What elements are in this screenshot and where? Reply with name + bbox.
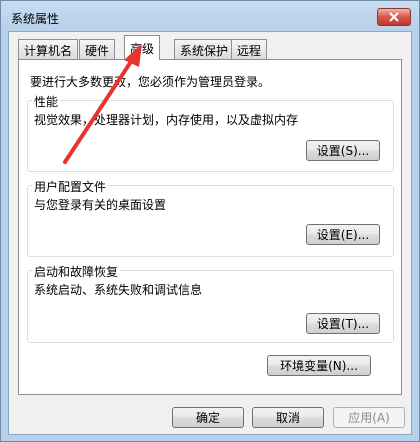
startup-recovery-group: 启动和故障恢复 系统启动、系统失败和调试信息 设置(T)...: [27, 263, 394, 343]
window-title: 系统属性: [11, 12, 60, 26]
user-profiles-settings-button[interactable]: 设置(E)...: [306, 224, 380, 245]
apply-button[interactable]: 应用(A): [333, 407, 405, 428]
system-properties-window: 系统属性 计算机名 硬件 高级 系统保护 远程 要进行大多数更改，您必须作为管理…: [0, 0, 420, 442]
tab-system-protection[interactable]: 系统保护: [174, 39, 235, 59]
user-profiles-title: 用户配置文件: [32, 178, 109, 195]
user-profiles-group: 用户配置文件 与您登录有关的桌面设置 设置(E)...: [27, 178, 394, 257]
performance-group: 性能 视觉效果，处理器计划，内存使用，以及虚拟内存 设置(S)...: [27, 93, 394, 172]
tab-hardware[interactable]: 硬件: [79, 39, 116, 59]
performance-description: 视觉效果，处理器计划，内存使用，以及虚拟内存: [34, 113, 299, 127]
environment-variables-button[interactable]: 环境变量(N)...: [267, 355, 371, 376]
dialog-client-area: 计算机名 硬件 高级 系统保护 远程 要进行大多数更改，您必须作为管理员登录。 …: [8, 31, 412, 435]
startup-recovery-title: 启动和故障恢复: [32, 263, 121, 280]
tab-advanced[interactable]: 高级: [124, 35, 161, 60]
cancel-button[interactable]: 取消: [252, 407, 324, 428]
tab-computer-name[interactable]: 计算机名: [18, 39, 79, 59]
title-bar[interactable]: 系统属性: [1, 1, 419, 31]
user-profiles-description: 与您登录有关的桌面设置: [34, 198, 167, 212]
startup-recovery-settings-button[interactable]: 设置(T)...: [306, 313, 380, 334]
performance-settings-button[interactable]: 设置(S)...: [306, 140, 380, 161]
admin-note: 要进行大多数更改，您必须作为管理员登录。: [30, 75, 271, 89]
startup-recovery-description: 系统启动、系统失败和调试信息: [34, 283, 203, 297]
close-button[interactable]: [377, 8, 411, 26]
close-icon: [389, 12, 399, 22]
performance-title: 性能: [32, 93, 61, 110]
ok-button[interactable]: 确定: [172, 407, 244, 428]
tab-remote[interactable]: 远程: [231, 39, 268, 59]
advanced-tab-panel: 要进行大多数更改，您必须作为管理员登录。 性能 视觉效果，处理器计划，内存使用，…: [18, 59, 402, 395]
